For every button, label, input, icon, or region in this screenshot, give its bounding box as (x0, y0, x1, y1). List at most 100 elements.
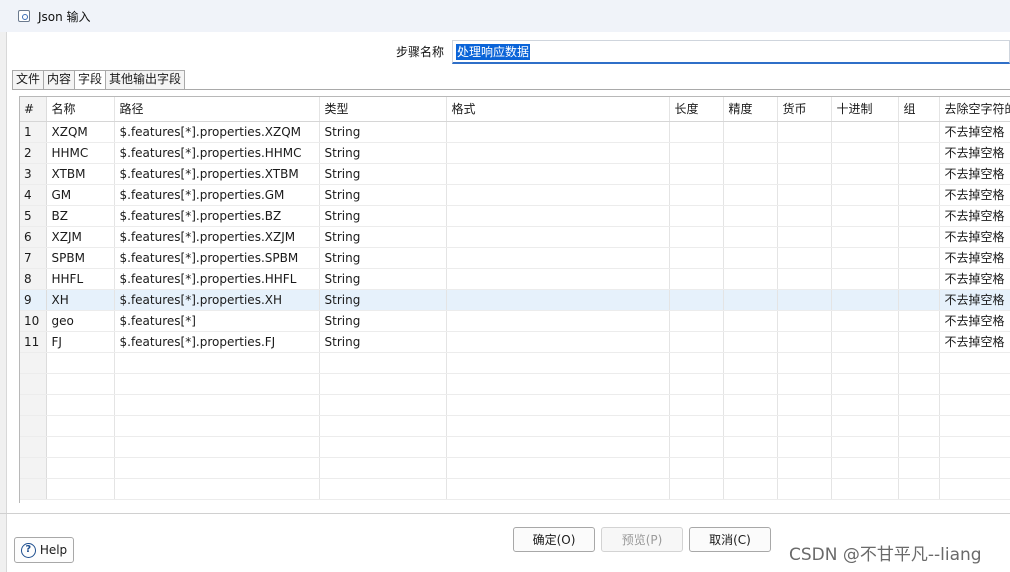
field-length-cell[interactable] (669, 373, 724, 395)
table-row[interactable]: 11 FJ $.features[*].properties.FJ String 不去掉… (20, 331, 1010, 353)
field-type-cell[interactable]: String (319, 331, 447, 353)
field-path-cell[interactable]: $.features[*].properties.FJ (114, 331, 320, 353)
field-path-cell[interactable] (114, 415, 320, 437)
field-precision-cell[interactable] (723, 415, 778, 437)
field-currency-cell[interactable] (777, 310, 832, 332)
field-type-cell[interactable]: String (319, 310, 447, 332)
field-currency-cell[interactable] (777, 226, 832, 248)
field-group-cell[interactable] (898, 478, 940, 500)
field-length-cell[interactable] (669, 247, 724, 269)
column-header-format[interactable]: 格式 (446, 97, 670, 122)
field-trim-cell[interactable]: 不去掉空格 (939, 331, 1010, 353)
field-length-cell[interactable] (669, 184, 724, 206)
field-type-cell[interactable] (319, 373, 447, 395)
field-path-cell[interactable]: $.features[*].properties.SPBM (114, 247, 320, 269)
field-name-cell[interactable] (46, 436, 115, 458)
field-format-cell[interactable] (446, 121, 670, 143)
field-type-cell[interactable] (319, 457, 447, 479)
field-currency-cell[interactable] (777, 121, 832, 143)
field-length-cell[interactable] (669, 268, 724, 290)
field-precision-cell[interactable] (723, 289, 778, 311)
field-precision-cell[interactable] (723, 478, 778, 500)
table-row[interactable]: 9 XH $.features[*].properties.XH String 不去掉空… (20, 289, 1010, 311)
field-group-cell[interactable] (898, 121, 940, 143)
field-group-cell[interactable] (898, 226, 940, 248)
field-group-cell[interactable] (898, 415, 940, 437)
field-name-cell[interactable]: HHFL (46, 268, 115, 290)
field-currency-cell[interactable] (777, 247, 832, 269)
field-trim-cell[interactable]: 不去掉空格 (939, 226, 1010, 248)
field-trim-cell[interactable]: 不去掉空格 (939, 247, 1010, 269)
field-decimal-cell[interactable] (831, 289, 899, 311)
field-name-cell[interactable]: HHMC (46, 142, 115, 164)
field-length-cell[interactable] (669, 352, 724, 374)
field-format-cell[interactable] (446, 457, 670, 479)
field-format-cell[interactable] (446, 205, 670, 227)
column-header-index[interactable]: # (20, 97, 47, 122)
field-name-cell[interactable]: XZQM (46, 121, 115, 143)
field-format-cell[interactable] (446, 394, 670, 416)
field-type-cell[interactable] (319, 415, 447, 437)
ok-button[interactable]: 确定(O) (513, 527, 595, 552)
field-decimal-cell[interactable] (831, 457, 899, 479)
field-type-cell[interactable] (319, 394, 447, 416)
field-name-cell[interactable] (46, 394, 115, 416)
field-trim-cell[interactable]: 不去掉空格 (939, 289, 1010, 311)
field-group-cell[interactable] (898, 247, 940, 269)
field-name-cell[interactable]: GM (46, 184, 115, 206)
column-header-path[interactable]: 路径 (114, 97, 320, 122)
table-row[interactable]: 7 SPBM $.features[*].properties.SPBM String… (20, 247, 1010, 269)
field-path-cell[interactable]: $.features[*].properties.HHMC (114, 142, 320, 164)
field-format-cell[interactable] (446, 373, 670, 395)
field-name-cell[interactable] (46, 352, 115, 374)
field-length-cell[interactable] (669, 226, 724, 248)
fields-table[interactable]: # 名称 路径 类型 格式 长度 精度 货币 十进制 组 去除空字符的 1 XZQ… (19, 96, 1010, 503)
field-trim-cell[interactable] (939, 373, 1010, 395)
field-trim-cell[interactable] (939, 415, 1010, 437)
field-group-cell[interactable] (898, 289, 940, 311)
table-row[interactable]: 4 GM $.features[*].properties.GM String 不去掉空… (20, 184, 1010, 206)
field-group-cell[interactable] (898, 268, 940, 290)
table-row[interactable]: 8 HHFL $.features[*].properties.HHFL String… (20, 268, 1010, 290)
field-path-cell[interactable]: $.features[*].properties.BZ (114, 205, 320, 227)
field-decimal-cell[interactable] (831, 394, 899, 416)
field-length-cell[interactable] (669, 394, 724, 416)
field-trim-cell[interactable]: 不去掉空格 (939, 142, 1010, 164)
field-length-cell[interactable] (669, 436, 724, 458)
field-format-cell[interactable] (446, 331, 670, 353)
field-path-cell[interactable]: $.features[*].properties.GM (114, 184, 320, 206)
field-name-cell[interactable]: XH (46, 289, 115, 311)
column-header-currency[interactable]: 货币 (777, 97, 832, 122)
field-group-cell[interactable] (898, 184, 940, 206)
field-length-cell[interactable] (669, 142, 724, 164)
table-row[interactable]: 10 geo $.features[*] String 不去掉空格 (20, 310, 1010, 332)
field-path-cell[interactable]: $.features[*].properties.XTBM (114, 163, 320, 185)
column-header-trim[interactable]: 去除空字符的 (939, 97, 1010, 122)
preview-button[interactable]: 预览(P) (601, 527, 683, 552)
field-group-cell[interactable] (898, 394, 940, 416)
field-trim-cell[interactable]: 不去掉空格 (939, 184, 1010, 206)
field-precision-cell[interactable] (723, 268, 778, 290)
field-trim-cell[interactable] (939, 478, 1010, 500)
field-currency-cell[interactable] (777, 163, 832, 185)
field-format-cell[interactable] (446, 289, 670, 311)
field-trim-cell[interactable]: 不去掉空格 (939, 163, 1010, 185)
field-trim-cell[interactable] (939, 457, 1010, 479)
field-trim-cell[interactable] (939, 436, 1010, 458)
field-format-cell[interactable] (446, 163, 670, 185)
field-length-cell[interactable] (669, 163, 724, 185)
cancel-button[interactable]: 取消(C) (689, 527, 771, 552)
tab-fields[interactable]: 字段 (74, 70, 107, 90)
field-type-cell[interactable] (319, 478, 447, 500)
field-precision-cell[interactable] (723, 352, 778, 374)
column-header-precision[interactable]: 精度 (723, 97, 778, 122)
field-group-cell[interactable] (898, 310, 940, 332)
field-type-cell[interactable]: String (319, 247, 447, 269)
field-path-cell[interactable] (114, 436, 320, 458)
field-name-cell[interactable]: XTBM (46, 163, 115, 185)
field-decimal-cell[interactable] (831, 205, 899, 227)
step-name-value[interactable]: 处理响应数据 (456, 43, 531, 60)
field-type-cell[interactable]: String (319, 289, 447, 311)
field-currency-cell[interactable] (777, 289, 832, 311)
help-button[interactable]: ? Help (14, 537, 74, 563)
